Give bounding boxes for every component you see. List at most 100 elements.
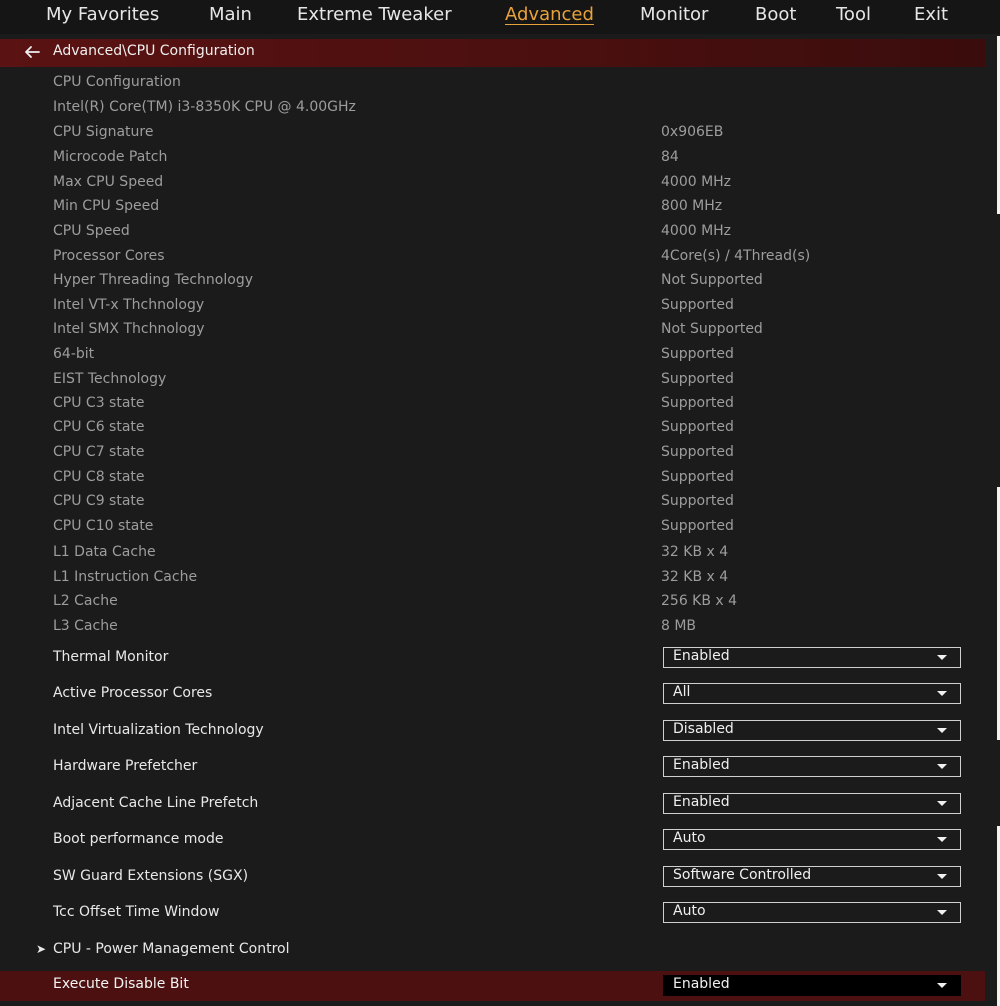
info-value: Not Supported (661, 321, 763, 337)
setting-row-hardware-prefetcher[interactable]: Hardware Prefetcher Enabled (0, 756, 985, 786)
info-label: EIST Technology (53, 371, 167, 387)
info-row: Processor Cores 4Core(s) / 4Thread(s) (0, 248, 985, 270)
tcc-offset-time-window-select[interactable]: Auto (663, 902, 961, 923)
select-value: Enabled (673, 757, 730, 773)
info-value: 4000 MHz (661, 223, 732, 239)
setting-row-sw-guard-extensions[interactable]: SW Guard Extensions (SGX) Software Contr… (0, 866, 985, 896)
info-value: Supported (661, 469, 734, 485)
info-row: CPU C7 state Supported (0, 444, 985, 466)
info-row: Max CPU Speed 4000 MHz (0, 174, 985, 196)
setting-row-active-processor-cores[interactable]: Active Processor Cores All (0, 683, 985, 713)
info-value: 0x906EB (661, 124, 724, 140)
setting-row-intel-virtualization[interactable]: Intel Virtualization Technology Disabled (0, 720, 985, 750)
info-label: L3 Cache (53, 618, 118, 634)
info-row: L3 Cache 8 MB (0, 618, 985, 640)
intel-virtualization-select[interactable]: Disabled (663, 720, 961, 741)
submenu-power-management[interactable]: ➤ CPU - Power Management Control (0, 941, 985, 963)
info-row: Min CPU Speed 800 MHz (0, 198, 985, 220)
hardware-prefetcher-select[interactable]: Enabled (663, 756, 961, 777)
info-value: Supported (661, 493, 734, 509)
select-value: Auto (673, 903, 706, 919)
adjacent-cache-line-prefetch-select[interactable]: Enabled (663, 793, 961, 814)
info-label: L1 Instruction Cache (53, 569, 198, 585)
setting-row-execute-disable-bit[interactable]: Execute Disable Bit Enabled (0, 971, 985, 1001)
setting-label: Intel Virtualization Technology (53, 722, 264, 738)
setting-row-boot-performance-mode[interactable]: Boot performance mode Auto (0, 829, 985, 859)
info-row: Hyper Threading Technology Not Supported (0, 272, 985, 294)
info-value: Supported (661, 395, 734, 411)
tab-tool[interactable]: Tool (836, 4, 871, 25)
submenu-label: CPU - Power Management Control (53, 941, 290, 957)
info-value: Not Supported (661, 272, 763, 288)
info-label: CPU Signature (53, 124, 154, 140)
setting-label: Hardware Prefetcher (53, 758, 198, 774)
info-row: EIST Technology Supported (0, 371, 985, 393)
chevron-down-icon (937, 837, 947, 842)
info-row: Intel SMX Thchnology Not Supported (0, 321, 985, 343)
setting-label: Active Processor Cores (53, 685, 213, 701)
setting-label: Tcc Offset Time Window (53, 904, 220, 920)
info-label: CPU C7 state (53, 444, 145, 460)
info-value: Supported (661, 297, 734, 313)
thermal-monitor-select[interactable]: Enabled (663, 647, 961, 668)
info-row: 64-bit Supported (0, 346, 985, 368)
chevron-down-icon (937, 655, 947, 660)
breadcrumb: Advanced\CPU Configuration (0, 39, 985, 67)
info-label: L1 Data Cache (53, 544, 156, 560)
chevron-down-icon (937, 801, 947, 806)
setting-label: Adjacent Cache Line Prefetch (53, 795, 259, 811)
execute-disable-bit-select[interactable]: Enabled (663, 975, 961, 996)
info-value: 4000 MHz (661, 174, 732, 190)
info-row: CPU C8 state Supported (0, 469, 985, 491)
info-row: CPU Signature 0x906EB (0, 124, 985, 146)
info-row: L1 Data Cache 32 KB x 4 (0, 544, 985, 566)
info-value: 32 KB x 4 (661, 544, 729, 560)
tab-boot[interactable]: Boot (755, 4, 796, 25)
info-label: Max CPU Speed (53, 174, 164, 190)
chevron-right-icon: ➤ (36, 942, 47, 956)
tab-advanced[interactable]: Advanced (505, 4, 594, 25)
back-arrow-icon[interactable] (22, 42, 42, 62)
info-row: CPU Speed 4000 MHz (0, 223, 985, 245)
info-row: L1 Instruction Cache 32 KB x 4 (0, 569, 985, 591)
chevron-down-icon (937, 983, 947, 988)
info-label: Min CPU Speed (53, 198, 160, 214)
info-label: 64-bit (53, 346, 95, 362)
chevron-down-icon (937, 764, 947, 769)
tab-my-favorites[interactable]: My Favorites (46, 4, 159, 25)
tab-monitor[interactable]: Monitor (640, 4, 708, 25)
info-label: CPU Speed (53, 223, 130, 239)
info-value: Supported (661, 444, 734, 460)
section-title-row: CPU Configuration (0, 74, 985, 96)
info-label: CPU C3 state (53, 395, 145, 411)
info-label: CPU C9 state (53, 493, 145, 509)
setting-row-thermal-monitor[interactable]: Thermal Monitor Enabled (0, 647, 985, 677)
tab-exit[interactable]: Exit (914, 4, 948, 25)
info-value: Supported (661, 518, 734, 534)
setting-label: Execute Disable Bit (53, 976, 189, 992)
info-row: CPU C9 state Supported (0, 493, 985, 515)
info-row: CPU C10 state Supported (0, 518, 985, 540)
info-value: 32 KB x 4 (661, 569, 729, 585)
select-value: All (673, 684, 691, 700)
setting-row-adjacent-cache-line-prefetch[interactable]: Adjacent Cache Line Prefetch Enabled (0, 793, 985, 823)
setting-row-tcc-offset-time-window[interactable]: Tcc Offset Time Window Auto (0, 902, 985, 932)
info-label: Microcode Patch (53, 149, 168, 165)
info-label: Intel VT-x Thchnology (53, 297, 205, 313)
info-row: Intel VT-x Thchnology Supported (0, 297, 985, 319)
tab-extreme-tweaker[interactable]: Extreme Tweaker (297, 4, 452, 25)
cpu-name: Intel(R) Core(TM) i3-8350K CPU @ 4.00GHz (53, 99, 356, 115)
info-value: Supported (661, 346, 734, 362)
info-row: Microcode Patch 84 (0, 149, 985, 171)
info-row: CPU C6 state Supported (0, 419, 985, 441)
tab-main[interactable]: Main (209, 4, 252, 25)
active-processor-cores-select[interactable]: All (663, 683, 961, 704)
boot-performance-mode-select[interactable]: Auto (663, 829, 961, 850)
chevron-down-icon (937, 874, 947, 879)
select-value: Disabled (673, 721, 734, 737)
select-value: Enabled (673, 976, 730, 992)
chevron-down-icon (937, 691, 947, 696)
sw-guard-extensions-select[interactable]: Software Controlled (663, 866, 961, 887)
info-label: CPU C10 state (53, 518, 154, 534)
info-value: 84 (661, 149, 679, 165)
